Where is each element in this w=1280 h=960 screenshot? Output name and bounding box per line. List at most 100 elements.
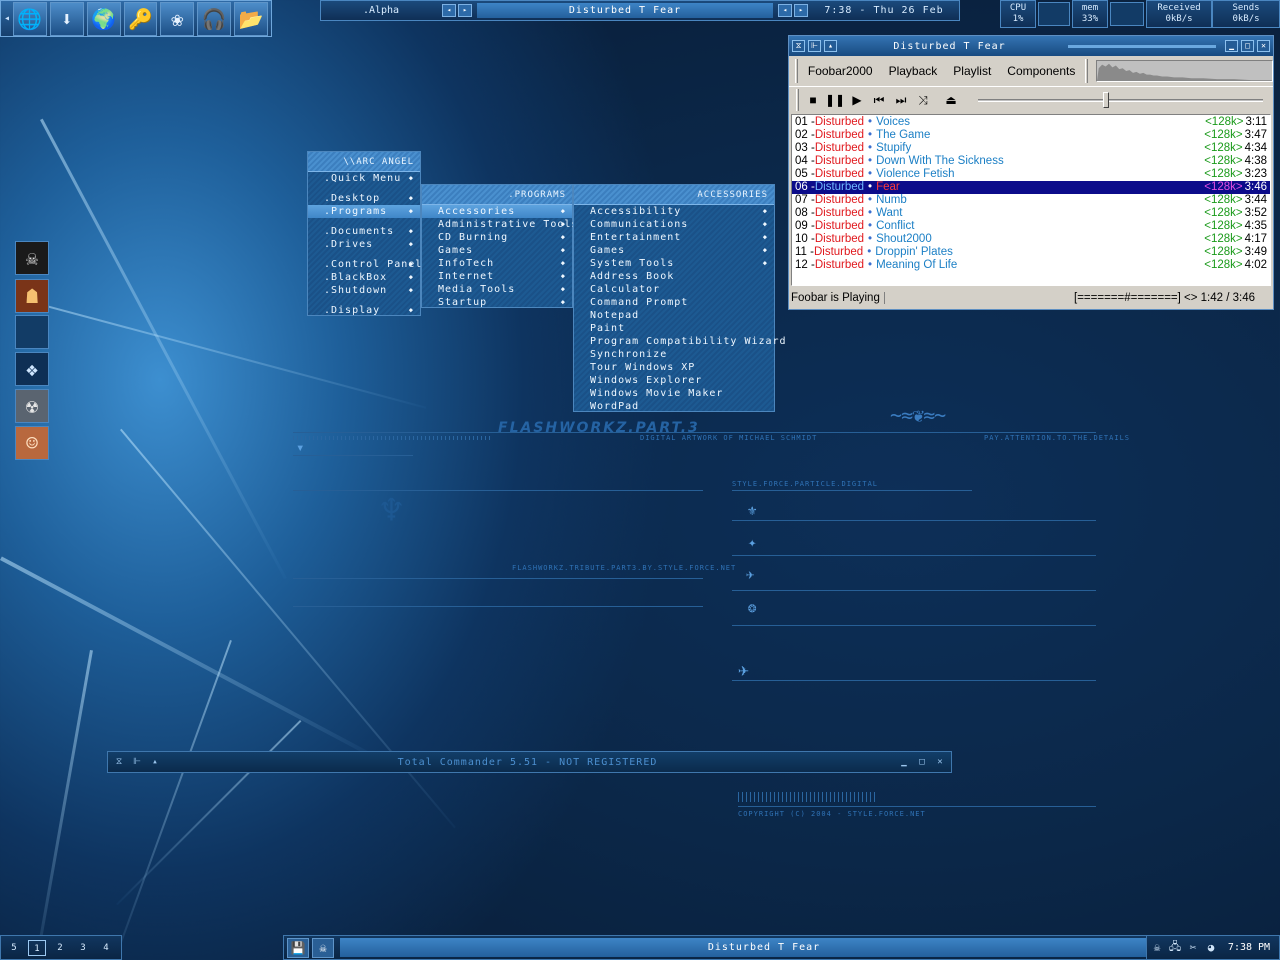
menu-item-control-panel[interactable]: .Control Panel ◆ (308, 258, 421, 271)
playlist-row[interactable]: 03 - Disturbed • Stupify <128k> 4:34 (792, 142, 1270, 155)
playlist-row[interactable]: 02 - Disturbed • The Game <128k> 3:47 (792, 129, 1270, 142)
menu-item-programs[interactable]: .Programs ◆ (308, 205, 420, 218)
workspace-next-button[interactable]: ▸ (458, 4, 472, 17)
workspace-4-button[interactable]: 4 (97, 940, 115, 956)
menu-item-documents[interactable]: .Documents ◆ (308, 225, 420, 238)
workspace-1-button[interactable]: 1 (28, 939, 46, 956)
workspace-label[interactable]: .Alpha (321, 5, 441, 16)
playlist-row[interactable]: 01 - Disturbed • Voices <128k> 3:11 (792, 116, 1270, 129)
minimize-up-icon[interactable]: ▴ (148, 757, 162, 767)
next-track-icon[interactable]: ⏭ (890, 90, 912, 110)
robot-avatar-icon[interactable]: ☢ (15, 389, 49, 423)
floppy-disk-icon[interactable]: 💾 (287, 937, 309, 958)
playlist-row[interactable]: 11 - Disturbed • Droppin' Plates <128k> 3:49 (792, 246, 1270, 259)
girl-avatar-icon[interactable]: ☺ (15, 426, 49, 460)
browser-icon[interactable]: 🌍 (86, 1, 121, 36)
playlist-row[interactable]: 06 - Disturbed • Fear <128k> 3:46 (792, 181, 1270, 194)
menu-foobar2000[interactable]: Foobar2000 (800, 64, 881, 78)
random-icon[interactable]: ⤨ (912, 90, 934, 110)
playlist-row[interactable]: 07 - Disturbed • Numb <128k> 3:44 (792, 194, 1270, 207)
shade-button-icon[interactable]: ⧖ (792, 40, 805, 52)
menu-item-address-book[interactable]: Address Book (574, 270, 774, 283)
playlist-row[interactable]: 12 - Disturbed • Meaning Of Life <128k> 4:02 (792, 259, 1270, 272)
menu-item-internet[interactable]: Internet ◆ (422, 270, 572, 283)
menu-item-accessibility[interactable]: Accessibility ◆ (574, 205, 774, 218)
menu-item-windows-movie-maker[interactable]: Windows Movie Maker (574, 387, 774, 400)
warrior-avatar-icon[interactable]: ☗ (15, 279, 49, 313)
folder-files-icon[interactable]: 📂 (234, 1, 268, 36)
headphones-icon[interactable]: 🎧 (197, 1, 232, 36)
window-next-button[interactable]: ▸ (794, 4, 808, 17)
launcher-left-arrow-icon[interactable]: ◂ (1, 13, 13, 24)
minimize-up-icon[interactable]: ▴ (824, 40, 837, 52)
menu-item-games[interactable]: Games ◆ (422, 244, 572, 257)
menu-item-desktop[interactable]: .Desktop ◆ (308, 192, 420, 205)
workspace-2-button[interactable]: 2 (51, 940, 69, 956)
menu-item-drives[interactable]: .Drives ◆ (308, 238, 420, 251)
close-button-icon[interactable]: ✕ (933, 757, 947, 767)
playlist-row[interactable]: 04 - Disturbed • Down With The Sickness <12… (792, 155, 1270, 168)
close-button-icon[interactable]: ✕ (1257, 40, 1270, 52)
play-icon[interactable]: ▶ (846, 90, 868, 110)
menu-item-shutdown[interactable]: .Shutdown ◆ (308, 284, 420, 297)
previous-track-icon[interactable]: ⏮ (868, 90, 890, 110)
pin-button-icon[interactable]: ⊩ (808, 40, 821, 52)
toolbar-grip[interactable] (795, 59, 798, 83)
menu-item-media-tools[interactable]: Media Tools ◆ (422, 283, 572, 296)
menu-item-administrative-tools[interactable]: Administrative Tools ◆ (422, 218, 577, 231)
keys-icon[interactable]: 🔑 (123, 1, 158, 36)
playlist-row[interactable]: 08 - Disturbed • Want <128k> 3:52 (792, 207, 1270, 220)
playlist-row[interactable]: 09 - Disturbed • Conflict <128k> 4:35 (792, 220, 1270, 233)
pause-icon[interactable]: ❚❚ (824, 90, 846, 110)
active-window-title[interactable]: Disturbed T Fear (477, 3, 773, 18)
menu-item-cd-burning[interactable]: CD Burning ◆ (422, 231, 572, 244)
minimize-button-icon[interactable]: ▁ (1225, 40, 1238, 52)
shade-button-icon[interactable]: ⧖ (112, 757, 126, 767)
workspace-prev-button[interactable]: ◂ (442, 4, 456, 17)
menu-item-calculator[interactable]: Calculator (574, 283, 774, 296)
pin-button-icon[interactable]: ⊩ (130, 757, 144, 767)
menu-item-system-tools[interactable]: System Tools ◆ (574, 257, 774, 270)
playlist-row[interactable]: 05 - Disturbed • Violence Fetish <128k> 3:23 (792, 168, 1270, 181)
task-button[interactable]: Disturbed T Fear (340, 938, 1188, 957)
seek-thumb[interactable] (1103, 91, 1110, 108)
menu-item-blackbox[interactable]: .BlackBox ◆ (308, 271, 420, 284)
menu-item-program-compatibility-wizard[interactable]: Program Compatibility Wizard (574, 335, 786, 348)
menu-item-display[interactable]: .Display ◆ (308, 304, 420, 317)
network-tray-icon[interactable]: 🖧 (1167, 938, 1183, 957)
menu-item-infotech[interactable]: InfoTech ◆ (422, 257, 572, 270)
menu-components[interactable]: Components (999, 64, 1083, 78)
menu-item-entertainment[interactable]: Entertainment ◆ (574, 231, 774, 244)
total-commander-titlebar[interactable]: ⧖ ⊩ ▴ Total Commander 5.51 - NOT REGISTE… (107, 751, 952, 773)
toolbar-grip[interactable] (796, 88, 799, 111)
window-prev-button[interactable]: ◂ (778, 4, 792, 17)
lotus-icon[interactable]: ❀ (160, 1, 195, 36)
menu-item-games[interactable]: Games ◆ (574, 244, 774, 257)
disc-tray-icon[interactable]: ◕ (1203, 941, 1219, 954)
menu-item-wordpad[interactable]: WordPad (574, 400, 774, 413)
maximize-button-icon[interactable]: □ (915, 757, 929, 767)
eject-icon[interactable]: ⏏ (940, 90, 962, 110)
tools-tray-icon[interactable]: ✂ (1185, 941, 1201, 954)
globe-icon[interactable]: 🌐 (12, 1, 47, 36)
playlist-row[interactable]: 10 - Disturbed • Shout2000 <128k> 4:17 (792, 233, 1270, 246)
tribal-avatar-icon[interactable]: ❖ (15, 352, 49, 386)
menu-item-paint[interactable]: Paint (574, 322, 774, 335)
skull-tray-icon[interactable]: ☠ (1149, 941, 1165, 954)
minimize-button-icon[interactable]: ▁ (897, 757, 911, 767)
menu-item-synchronize[interactable]: Synchronize (574, 348, 774, 361)
menu-playlist[interactable]: Playlist (945, 64, 999, 78)
menu-playback[interactable]: Playback (881, 64, 946, 78)
menu-item-accessories[interactable]: Accessories ◆ (422, 205, 572, 218)
menu-item-tour-windows-xp[interactable]: Tour Windows XP (574, 361, 774, 374)
seek-bar[interactable] (978, 90, 1263, 110)
maximize-button-icon[interactable]: □ (1241, 40, 1254, 52)
menu-item-communications[interactable]: Communications ◆ (574, 218, 774, 231)
menu-item-quick-menu[interactable]: .Quick Menu ◆ (308, 172, 420, 185)
workspace-3-button[interactable]: 3 (74, 940, 92, 956)
skull-avatar-icon[interactable]: ☠ (15, 241, 49, 275)
menu-item-command-prompt[interactable]: Command Prompt (574, 296, 774, 309)
toolbar-grip[interactable] (1085, 59, 1089, 83)
stop-icon[interactable]: ■ (802, 90, 824, 110)
menu-item-notepad[interactable]: Notepad (574, 309, 774, 322)
